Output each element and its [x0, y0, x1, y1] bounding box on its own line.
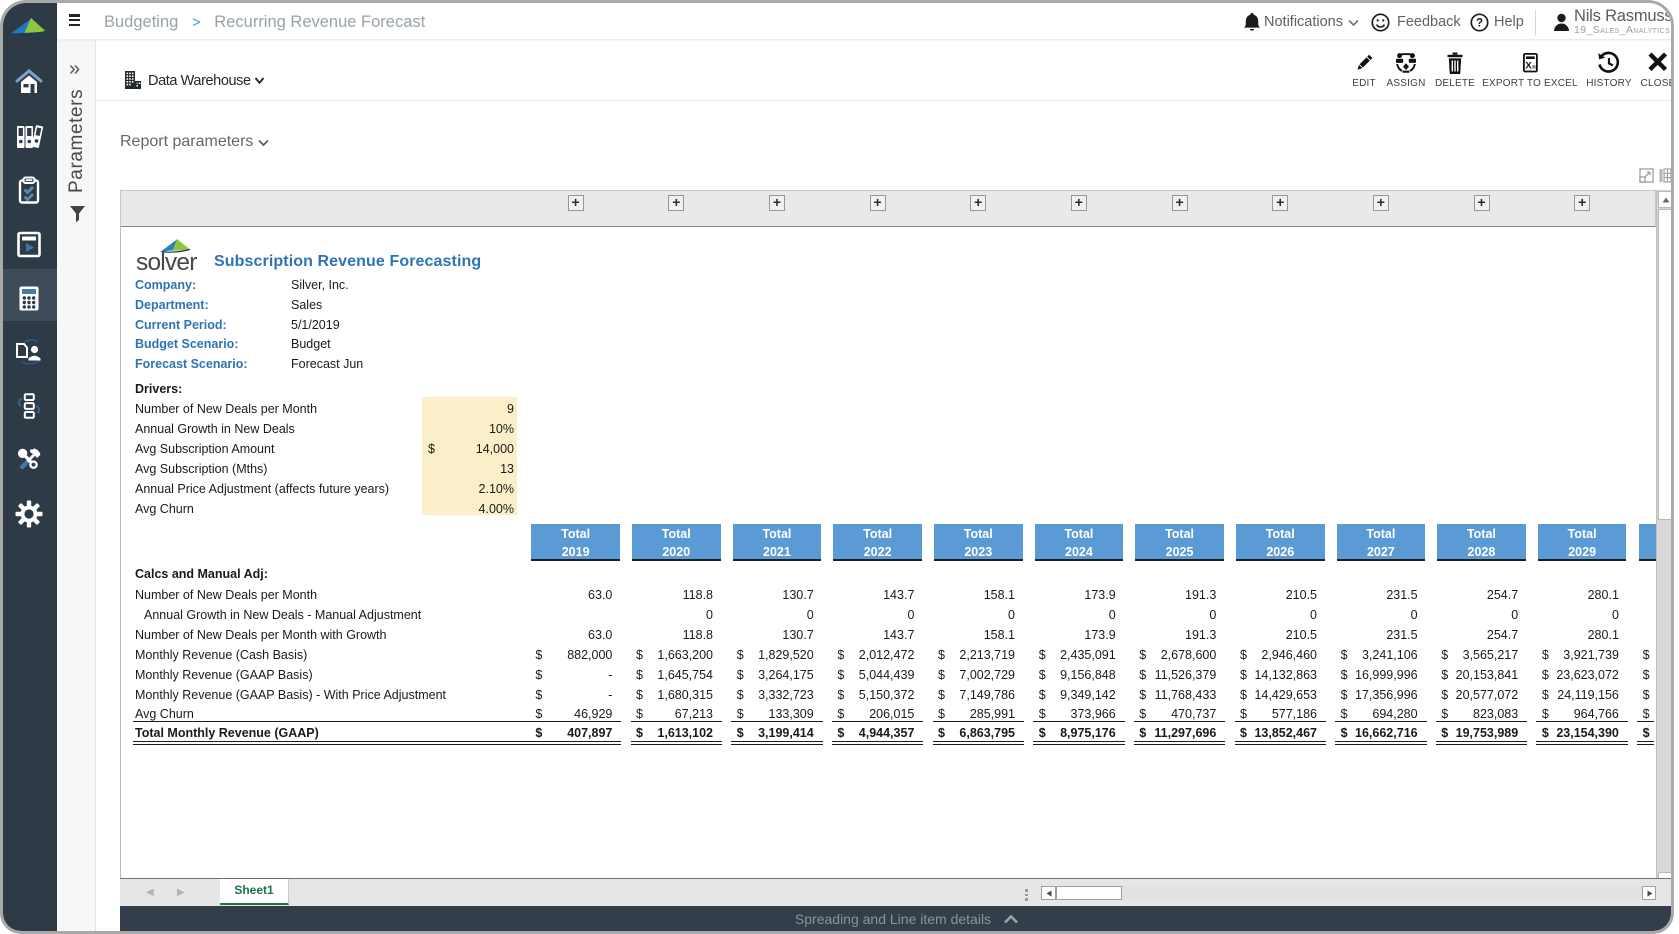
svg-text:X: X — [1525, 60, 1532, 71]
svg-text:?: ? — [1476, 17, 1483, 29]
